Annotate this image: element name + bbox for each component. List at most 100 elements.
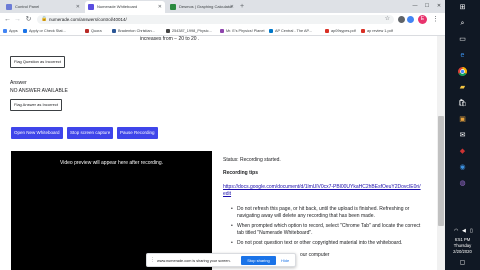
bookmark-favicon-icon <box>269 29 273 33</box>
battery-icon[interactable]: ▯ <box>470 228 473 235</box>
window-controls: — ☐ ✕ <box>409 0 445 13</box>
search-icon[interactable]: ⌕ <box>457 19 468 28</box>
bookmark-label: Apply or Check Stat... <box>29 29 66 33</box>
bookmark-ap09sypes[interactable]: ap09sypes.pdf <box>324 26 356 36</box>
windows-start-icon[interactable]: ⊞ <box>457 3 468 12</box>
extension-icon[interactable] <box>407 16 414 23</box>
bookmark-quora[interactable]: Quora <box>84 26 102 36</box>
quora-icon <box>85 29 89 33</box>
app-icon[interactable]: ▣ <box>457 115 468 124</box>
answer-heading: Answer <box>10 80 27 86</box>
close-icon[interactable]: ✕ <box>158 1 162 13</box>
bookmark-ap-central[interactable]: AP Central - The AP... <box>268 26 312 36</box>
tab-label: Control Panel <box>15 4 40 9</box>
open-whiteboard-button[interactable]: Open New Whiteboard <box>11 127 63 139</box>
tip-item: Do not refresh this page, or hit back, u… <box>231 206 427 220</box>
recording-status: Status: Recording started. <box>223 157 281 163</box>
bookmarks-bar: Apps Apply or Check Stat... Quora Braden… <box>0 26 445 36</box>
back-icon[interactable]: ← <box>3 13 12 26</box>
bookmark-favicon-icon <box>220 29 224 33</box>
bookmark-label: ap09sypes.pdf <box>331 29 356 33</box>
browser-toolbar: ← → ↻ 🔒 numerade.com/answers/control/400… <box>0 13 445 26</box>
flag-answer-button[interactable]: Flag Answer as Incorrect <box>10 99 63 111</box>
recording-tips-heading: Recording tips <box>223 170 259 176</box>
tip-item: When prompted which option to record, se… <box>231 223 427 237</box>
bookmark-bradenton[interactable]: Bradenton Christian... <box>111 26 155 36</box>
page-content: increases from − 20 to 20 . Flag Questio… <box>0 36 445 270</box>
bookmark-physics-doc[interactable]: 254387_1998_Physic... <box>165 26 212 36</box>
pdf-icon <box>361 29 365 33</box>
app-icon[interactable]: ◍ <box>457 179 468 188</box>
url-text[interactable]: numerade.com/answers/control/40014/ <box>49 15 127 24</box>
volume-icon[interactable]: ◀ <box>462 228 466 235</box>
tab-numerade-whiteboard[interactable]: Numerade Whiteboard ✕ <box>85 1 165 13</box>
bookmark-favicon-icon <box>112 29 116 33</box>
tip-item: Do not post question text or other copyr… <box>231 240 427 247</box>
bookmark-label: Quora <box>91 29 102 33</box>
pdf-icon <box>325 29 329 33</box>
tab-label: Numerade Whiteboard <box>97 4 138 9</box>
stop-sharing-button[interactable]: Stop sharing <box>241 256 276 265</box>
network-icon[interactable]: ◠ <box>454 228 458 235</box>
close-icon[interactable]: ✕ <box>230 1 234 13</box>
question-text: increases from − 20 to 20 . <box>140 36 200 42</box>
bookmark-apply[interactable]: Apply or Check Stat... <box>22 26 66 36</box>
notifications-icon[interactable]: ▢ <box>457 259 468 268</box>
screen-sharing-bar: ⋮ www.numerade.com is sharing your scree… <box>146 253 296 267</box>
numerade-favicon-icon <box>88 4 94 10</box>
bookmark-label: Apps <box>9 29 18 33</box>
extension-icon[interactable] <box>398 16 405 23</box>
flag-question-button[interactable]: Flag Question as Incorrect <box>10 56 65 68</box>
tab-label: Desmos | Graphing Calculator <box>179 4 233 9</box>
bookmark-favicon-icon <box>23 29 27 33</box>
bookmark-label: 254387_1998_Physic... <box>172 29 212 33</box>
store-icon[interactable]: 🛍 <box>457 99 468 108</box>
tab-desmos[interactable]: Desmos | Graphing Calculator ✕ <box>167 1 237 13</box>
close-window-icon[interactable]: ✕ <box>433 0 445 13</box>
recording-tips-link[interactable]: https://docs.google.com/document/d/1lmUl… <box>223 184 423 198</box>
minimize-icon[interactable]: — <box>409 0 421 13</box>
video-placeholder-text: Video preview will appear here after rec… <box>59 160 164 166</box>
bookmark-label: Bradenton Christian... <box>118 29 155 33</box>
lock-icon[interactable]: 🔒 <box>41 16 47 23</box>
bookmark-star-icon[interactable]: ☆ <box>385 15 390 24</box>
task-view-icon[interactable]: ▭ <box>457 35 468 44</box>
bookmark-label: AP Central - The AP... <box>275 29 312 33</box>
bookmark-apps[interactable]: Apps <box>2 26 18 36</box>
sharing-message: www.numerade.com is sharing your screen. <box>157 259 231 263</box>
bookmark-label: ap review 1.pdf <box>367 29 393 33</box>
menu-icon[interactable]: ⋮ <box>432 13 439 26</box>
forward-icon[interactable]: → <box>13 13 22 26</box>
drag-handle-icon[interactable]: ⋮ <box>150 257 155 264</box>
app-icon[interactable]: ◉ <box>457 163 468 172</box>
reload-icon[interactable]: ↻ <box>24 13 33 26</box>
address-bar[interactable]: 🔒 numerade.com/answers/control/40014/ ☆ <box>37 15 394 24</box>
desmos-favicon-icon <box>170 4 176 10</box>
scroll-thumb[interactable] <box>438 116 444 226</box>
tab-strip: Control Panel ✕ Numerade Whiteboard ✕ De… <box>0 0 445 13</box>
hide-button[interactable]: Hide <box>281 254 289 268</box>
apps-grid-icon <box>3 29 7 33</box>
mail-icon[interactable]: ✉ <box>457 131 468 140</box>
maximize-icon[interactable]: ☐ <box>421 0 433 13</box>
stop-capture-button[interactable]: Stop screen capture <box>67 127 114 139</box>
control-panel-favicon-icon <box>6 4 12 10</box>
pause-recording-button[interactable]: Pause Recording <box>117 127 158 139</box>
bookmark-label: Mr. E's Physics! Planet <box>226 29 265 33</box>
bookmark-favicon-icon <box>166 29 170 33</box>
new-tab-icon[interactable]: + <box>240 1 244 12</box>
chrome-icon[interactable] <box>457 67 468 76</box>
tab-control-panel[interactable]: Control Panel ✕ <box>3 1 83 13</box>
windows-taskbar: ⊞ ⌕ ▭ e ▰ 🛍 ▣ ✉ ◆ ◉ ◍ ◠ ◀ ▯ 6:51 PM Thur… <box>445 0 480 270</box>
profile-avatar[interactable]: E <box>418 15 427 24</box>
page-scrollbar[interactable] <box>437 36 445 270</box>
edge-icon[interactable]: e <box>457 51 468 60</box>
tip-item: our computer <box>294 252 420 259</box>
file-explorer-icon[interactable]: ▰ <box>457 83 468 92</box>
app-icon[interactable]: ◆ <box>457 147 468 156</box>
answer-value: NO ANSWER AVAILABLE <box>10 88 68 94</box>
bookmark-ap-review[interactable]: ap review 1.pdf <box>360 26 393 36</box>
clock-date[interactable]: 2/20/2020 <box>445 249 480 255</box>
close-icon[interactable]: ✕ <box>76 1 80 13</box>
bookmark-physics-planet[interactable]: Mr. E's Physics! Planet <box>219 26 265 36</box>
